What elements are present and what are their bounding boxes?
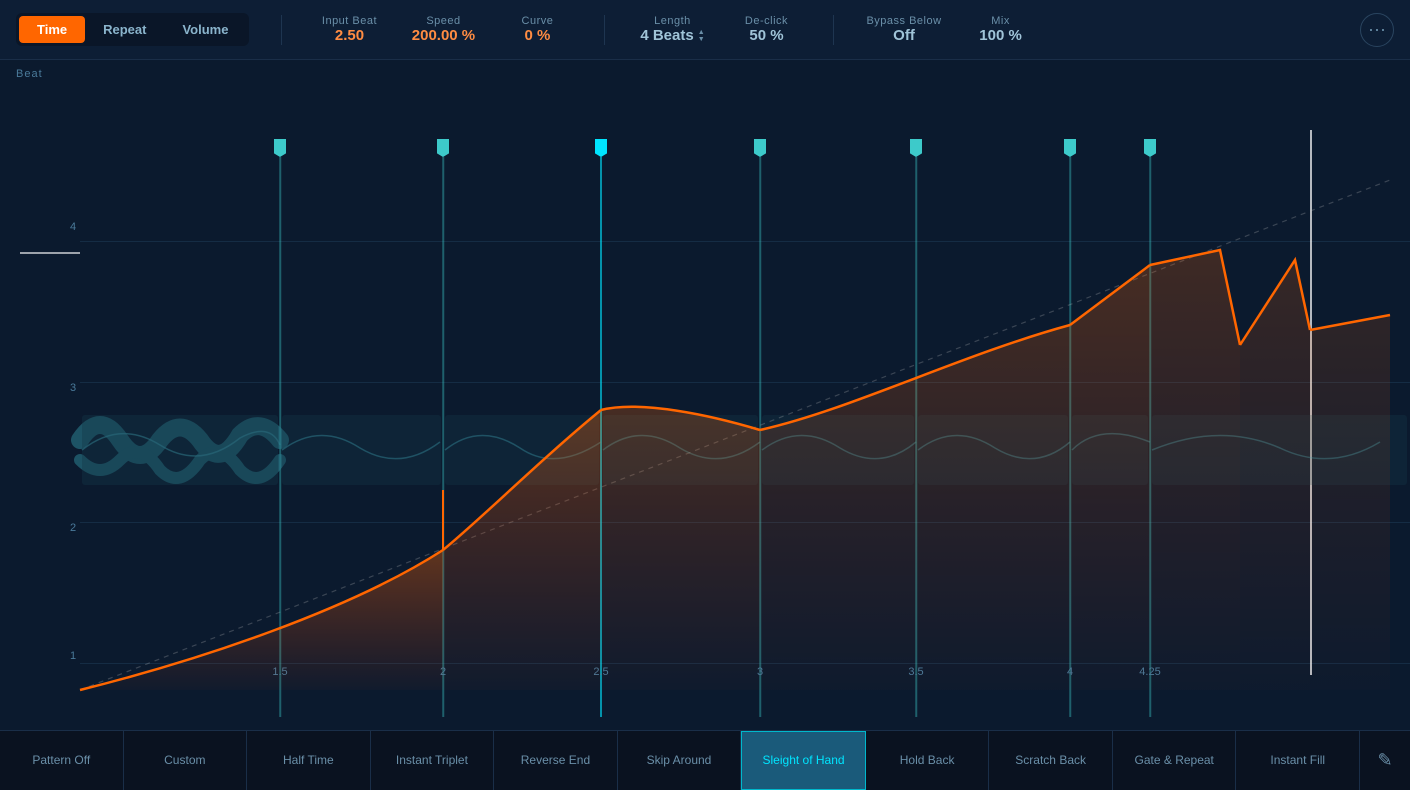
top-bar: Time Repeat Volume Input Beat 2.50 Speed… xyxy=(0,0,1410,60)
param-mix-label: Mix xyxy=(991,15,1010,27)
length-down-icon[interactable]: ▼ xyxy=(698,36,705,43)
pattern-btn-half-time[interactable]: Half Time xyxy=(247,731,371,790)
tab-time[interactable]: Time xyxy=(19,16,85,43)
divider-1 xyxy=(281,15,282,45)
param-curve: Curve 0 % xyxy=(502,15,572,44)
pattern-btn-reverse-end[interactable]: Reverse End xyxy=(494,731,618,790)
param-length-label: Length xyxy=(654,15,691,27)
pattern-btn-instant-triplet[interactable]: Instant Triplet xyxy=(371,731,495,790)
param-speed: Speed 200.00 % xyxy=(408,15,478,44)
visualization-svg xyxy=(0,60,1410,730)
pattern-btn-custom[interactable]: Custom xyxy=(124,731,248,790)
param-length-value[interactable]: 4 Beats ▲ ▼ xyxy=(640,27,704,44)
pattern-btn-pattern-off[interactable]: Pattern Off xyxy=(0,731,124,790)
param-bypass-label: Bypass Below xyxy=(866,15,941,27)
param-mix-value[interactable]: 100 % xyxy=(979,27,1022,44)
param-curve-label: Curve xyxy=(522,15,554,27)
menu-button[interactable]: ··· xyxy=(1360,13,1394,47)
divider-2 xyxy=(604,15,605,45)
tab-group: Time Repeat Volume xyxy=(16,13,249,46)
edit-button[interactable]: ✎ xyxy=(1360,731,1410,790)
length-up-icon[interactable]: ▲ xyxy=(698,29,705,36)
pattern-btn-hold-back[interactable]: Hold Back xyxy=(866,731,990,790)
param-length: Length 4 Beats ▲ ▼ xyxy=(637,15,707,44)
bottom-bar: Pattern OffCustomHalf TimeInstant Triple… xyxy=(0,730,1410,790)
main-canvas: Beat 4 3 2 1 1.5 2 2.5 3 3.5 4 4.25 xyxy=(0,60,1410,730)
param-curve-value[interactable]: 0 % xyxy=(525,27,551,44)
pattern-btn-skip-around[interactable]: Skip Around xyxy=(618,731,742,790)
param-bypass: Bypass Below Off xyxy=(866,15,941,44)
param-declick-value[interactable]: 50 % xyxy=(749,27,783,44)
pattern-btn-scratch-back[interactable]: Scratch Back xyxy=(989,731,1113,790)
pattern-btn-instant-fill[interactable]: Instant Fill xyxy=(1236,731,1360,790)
divider-3 xyxy=(833,15,834,45)
param-speed-label: Speed xyxy=(426,15,460,27)
param-declick: De-click 50 % xyxy=(731,15,801,44)
tab-repeat[interactable]: Repeat xyxy=(85,16,164,43)
param-mix: Mix 100 % xyxy=(966,15,1036,44)
param-declick-label: De-click xyxy=(745,15,788,27)
param-input-beat-label: Input Beat xyxy=(322,15,377,27)
param-input-beat-value[interactable]: 2.50 xyxy=(335,27,364,44)
pattern-btn-sleight-of-hand[interactable]: Sleight of Hand xyxy=(741,731,866,790)
pattern-btn-gate-&-repeat[interactable]: Gate & Repeat xyxy=(1113,731,1237,790)
param-input-beat: Input Beat 2.50 xyxy=(314,15,384,44)
tab-volume[interactable]: Volume xyxy=(164,16,246,43)
param-bypass-value[interactable]: Off xyxy=(893,27,915,44)
param-speed-value[interactable]: 200.00 % xyxy=(412,27,475,44)
